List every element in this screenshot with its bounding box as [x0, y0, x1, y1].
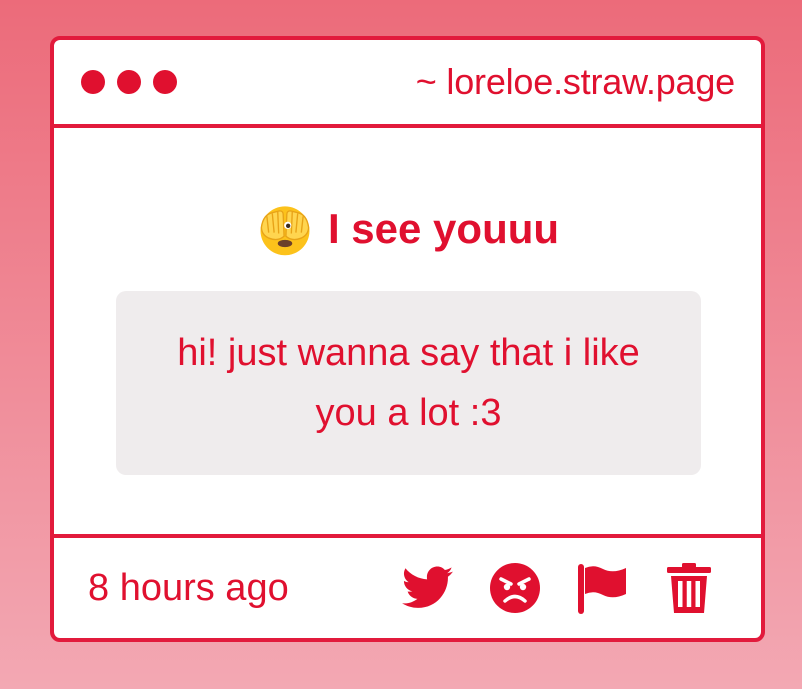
- content-area: I see youuu hi! just wanna say that i li…: [54, 132, 761, 538]
- flag-icon: [578, 564, 626, 614]
- report-button[interactable]: [576, 562, 628, 614]
- page-url[interactable]: ~ loreloe.straw.page: [416, 61, 735, 103]
- delete-button[interactable]: [663, 562, 715, 614]
- message-bubble: hi! just wanna say that i like you a lot…: [116, 291, 701, 475]
- angry-face-icon: [490, 563, 540, 613]
- window-dot-1: [81, 70, 105, 94]
- twitter-bird-icon: [402, 566, 454, 608]
- action-bar: [402, 562, 715, 614]
- message-card: ~ loreloe.straw.page I see youuu hi! jus…: [50, 36, 765, 642]
- prompt-text: I see youuu: [327, 205, 560, 252]
- window-titlebar: ~ loreloe.straw.page: [54, 40, 761, 128]
- timestamp: 8 hours ago: [88, 566, 289, 609]
- twitter-share-button[interactable]: [402, 562, 454, 614]
- message-text: hi! just wanna say that i like you a lot…: [177, 332, 640, 434]
- prompt-heading: I see youuu: [54, 200, 761, 258]
- angry-react-button[interactable]: [489, 562, 541, 614]
- window-dots: [81, 70, 177, 94]
- trash-icon: [667, 563, 711, 613]
- window-dot-3: [153, 70, 177, 94]
- card-footer: 8 hours ago: [54, 534, 761, 638]
- window-dot-2: [117, 70, 141, 94]
- face-with-peeking-eye-icon: [260, 206, 310, 256]
